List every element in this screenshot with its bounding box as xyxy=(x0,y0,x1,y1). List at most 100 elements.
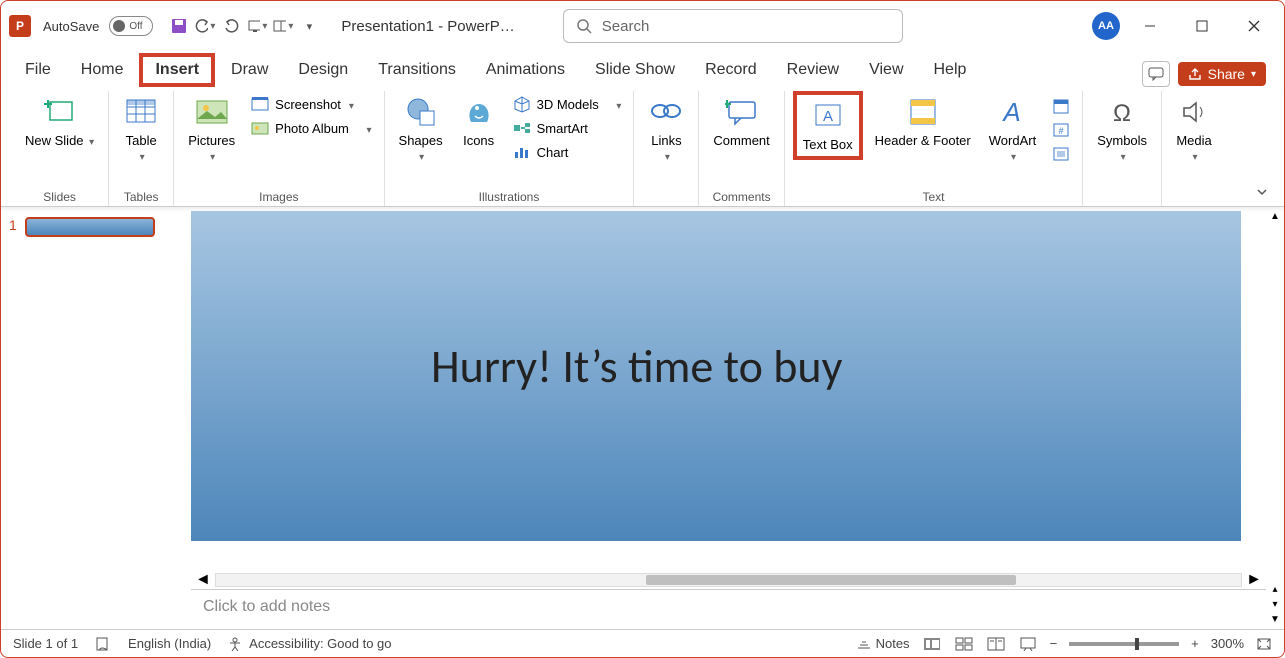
icons-button[interactable]: Icons xyxy=(455,91,503,152)
pictures-button[interactable]: Pictures xyxy=(182,91,241,169)
3d-models-button[interactable]: 3D Models xyxy=(509,93,626,115)
tab-review[interactable]: Review xyxy=(773,55,853,87)
next-slide-icon[interactable]: ▾ xyxy=(1272,599,1277,610)
symbols-button[interactable]: Ω Symbols xyxy=(1091,91,1153,169)
comments-pane-button[interactable] xyxy=(1142,61,1170,87)
text-box-button[interactable]: A Text Box xyxy=(793,91,863,160)
table-label: Table xyxy=(126,133,157,148)
tab-design[interactable]: Design xyxy=(284,55,362,87)
minimize-button[interactable] xyxy=(1128,10,1172,42)
scroll-down-icon[interactable]: ▼ xyxy=(1270,614,1280,625)
search-input[interactable]: Search xyxy=(563,9,903,43)
text-box-label: Text Box xyxy=(803,137,853,152)
group-label-text: Text xyxy=(922,187,944,206)
zoom-slider[interactable] xyxy=(1069,642,1179,646)
scroll-left-icon[interactable]: ◄ xyxy=(195,571,211,589)
tab-file[interactable]: File xyxy=(11,55,65,87)
slide-sorter-view-button[interactable] xyxy=(954,636,974,652)
user-avatar[interactable]: AA xyxy=(1092,12,1120,40)
slide-counter[interactable]: Slide 1 of 1 xyxy=(13,636,78,651)
table-button[interactable]: Table xyxy=(117,91,165,169)
omega-icon: Ω xyxy=(1105,95,1139,129)
tab-view[interactable]: View xyxy=(855,55,917,87)
zoom-thumb[interactable] xyxy=(1135,638,1139,650)
hscroll-thumb[interactable] xyxy=(646,575,1015,585)
zoom-level[interactable]: 300% xyxy=(1211,636,1244,651)
maximize-button[interactable] xyxy=(1180,10,1224,42)
slide-canvas-area[interactable]: Hurry! It’s time to buy xyxy=(191,207,1266,571)
icons-icon xyxy=(462,95,496,129)
tab-home[interactable]: Home xyxy=(67,55,138,87)
notes-toggle[interactable]: Notes xyxy=(856,636,910,651)
undo-button[interactable] xyxy=(195,16,215,36)
date-time-button[interactable] xyxy=(1048,95,1074,117)
3d-models-label: 3D Models xyxy=(537,97,599,112)
slide-number-button[interactable]: # xyxy=(1048,119,1074,141)
toggle-knob xyxy=(113,20,125,32)
smartart-label: SmartArt xyxy=(537,121,588,136)
accessibility-status[interactable]: Accessibility: Good to go xyxy=(227,636,391,652)
media-button[interactable]: Media xyxy=(1170,91,1218,169)
links-button[interactable]: Links xyxy=(642,91,690,169)
comment-label: Comment xyxy=(713,133,769,148)
qat-more-button[interactable]: ▾ xyxy=(299,16,319,36)
tab-draw[interactable]: Draw xyxy=(217,55,282,87)
slide-canvas[interactable]: Hurry! It’s time to buy xyxy=(191,211,1241,541)
vertical-scrollbar[interactable]: ▲ ▴ ▾ ▼ xyxy=(1266,207,1284,629)
redo-button[interactable] xyxy=(221,16,241,36)
wordart-button[interactable]: A WordArt xyxy=(983,91,1042,169)
scroll-up-icon[interactable]: ▲ xyxy=(1270,211,1280,222)
speaker-icon xyxy=(1177,95,1211,129)
title-bar: P AutoSave Off ▾ Presentation1 - PowerP…… xyxy=(1,1,1284,51)
language-indicator[interactable]: English (India) xyxy=(128,636,211,651)
comment-icon xyxy=(725,95,759,129)
from-beginning-button[interactable] xyxy=(247,16,267,36)
ribbon: New Slide Slides Table Tables Pictures S… xyxy=(1,87,1284,207)
display-settings-button[interactable] xyxy=(273,16,293,36)
photo-album-button[interactable]: Photo Album xyxy=(247,117,375,139)
tab-slideshow[interactable]: Slide Show xyxy=(581,55,689,87)
tab-insert[interactable]: Insert xyxy=(139,53,215,87)
collapse-ribbon-button[interactable] xyxy=(1254,184,1270,200)
table-icon xyxy=(124,95,158,129)
accessibility-label: Accessibility: Good to go xyxy=(249,636,391,651)
autosave-toggle[interactable]: Off xyxy=(109,16,153,36)
zoom-out-button[interactable]: − xyxy=(1050,636,1058,651)
new-slide-button[interactable]: New Slide xyxy=(19,91,100,154)
prev-slide-icon[interactable]: ▴ xyxy=(1272,584,1277,595)
notes-toggle-label: Notes xyxy=(876,636,910,651)
header-footer-button[interactable]: Header & Footer xyxy=(869,91,977,152)
slide-body-text[interactable]: Hurry! It’s time to buy xyxy=(431,339,842,395)
group-links: Links xyxy=(634,91,699,206)
horizontal-scrollbar[interactable]: ◄ ► xyxy=(191,571,1266,589)
chart-button[interactable]: Chart xyxy=(509,141,626,163)
normal-view-button[interactable] xyxy=(922,636,942,652)
group-comments: Comment Comments xyxy=(699,91,784,206)
slide-thumbnail-1[interactable]: 1 xyxy=(9,217,183,237)
slideshow-view-button[interactable] xyxy=(1018,636,1038,652)
tab-transitions[interactable]: Transitions xyxy=(364,55,470,87)
screenshot-button[interactable]: Screenshot xyxy=(247,93,375,115)
tab-animations[interactable]: Animations xyxy=(472,55,579,87)
object-icon xyxy=(1052,145,1070,163)
save-icon[interactable] xyxy=(169,16,189,36)
group-label-slides: Slides xyxy=(43,187,76,206)
reading-view-button[interactable] xyxy=(986,636,1006,652)
object-button[interactable] xyxy=(1048,143,1074,165)
zoom-in-button[interactable]: + xyxy=(1191,636,1199,651)
share-button[interactable]: Share ▾ xyxy=(1178,62,1266,86)
close-button[interactable] xyxy=(1232,10,1276,42)
notes-pane[interactable]: Click to add notes xyxy=(191,589,1266,629)
thumbnail-preview xyxy=(25,217,155,237)
status-bar: Slide 1 of 1 English (India) Accessibili… xyxy=(1,629,1284,657)
fit-to-window-button[interactable] xyxy=(1256,637,1272,651)
scroll-right-icon[interactable]: ► xyxy=(1246,571,1262,589)
spellcheck-icon[interactable] xyxy=(94,636,112,652)
tab-record[interactable]: Record xyxy=(691,55,771,87)
comment-button[interactable]: Comment xyxy=(707,91,775,152)
svg-text:A: A xyxy=(823,108,833,125)
share-label: Share xyxy=(1208,66,1245,82)
shapes-button[interactable]: Shapes xyxy=(393,91,449,169)
tab-help[interactable]: Help xyxy=(920,55,981,87)
smartart-button[interactable]: SmartArt xyxy=(509,117,626,139)
